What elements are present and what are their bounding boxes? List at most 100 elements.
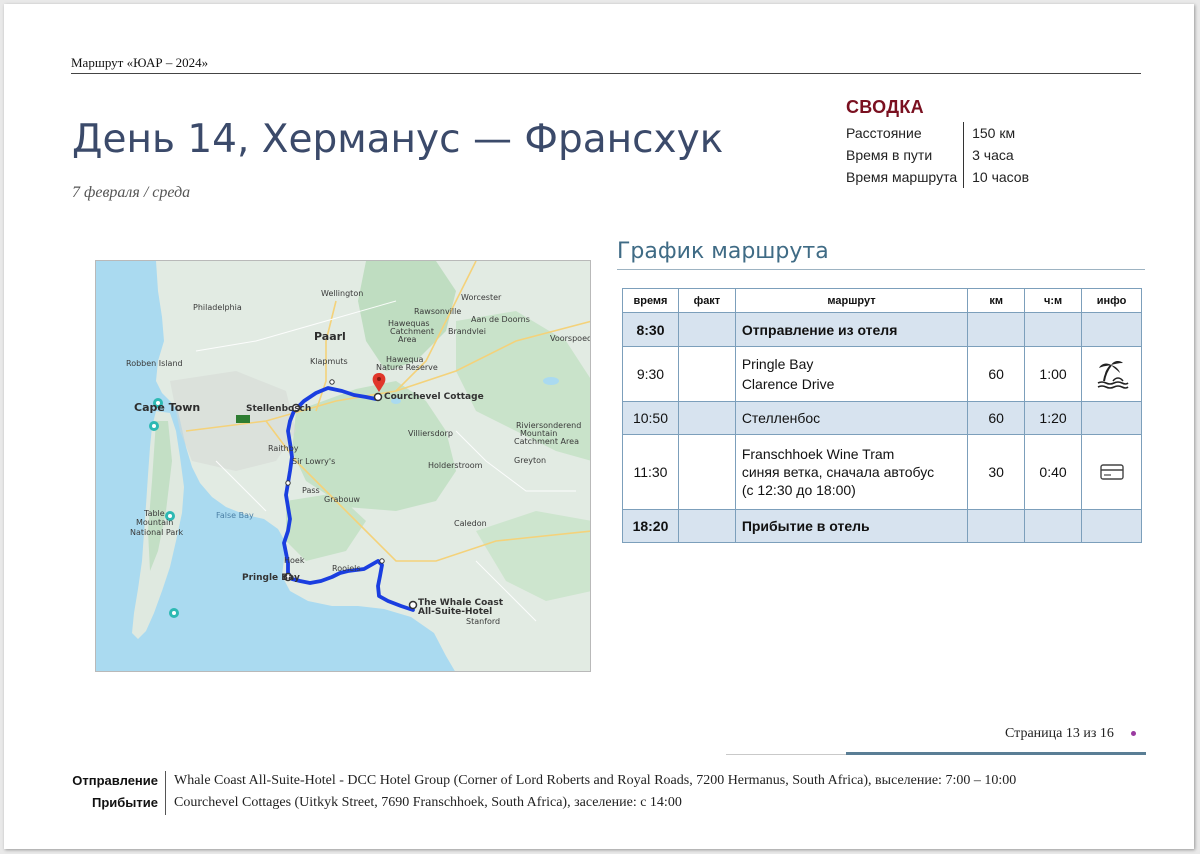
map-label: Mountain <box>136 518 174 527</box>
summary-row-route-time: Время маршрута 10 часов <box>846 166 1036 188</box>
map-label: Klapmuts <box>310 357 348 366</box>
map-label: Wellington <box>321 289 364 298</box>
map-label: National Park <box>130 528 184 537</box>
info-cell <box>1081 401 1142 435</box>
route-cell: Прибытие в отель <box>734 509 969 543</box>
map-label: Cape Town <box>134 401 201 414</box>
page-number: Страница 13 из 16 <box>1005 726 1114 741</box>
route-line-text: Clarence Drive <box>741 376 835 392</box>
map-label: Pass <box>302 486 320 495</box>
km-cell <box>967 509 1026 543</box>
route-line-text: Pringle Bay <box>741 356 814 372</box>
map-label: Robben Island <box>126 359 183 368</box>
summary-table: Расстояние 150 км Время в пути 3 часа Вр… <box>846 122 1036 188</box>
km-cell <box>967 312 1026 347</box>
whale-coast-point <box>408 600 418 610</box>
info-cell <box>1081 509 1142 543</box>
summary-value: 3 часа <box>963 144 1036 166</box>
km-cell: 60 <box>967 401 1026 435</box>
summary-label: Время маршрута <box>846 168 958 185</box>
hm-cell <box>1024 509 1083 543</box>
footer-rule-thick <box>846 752 1146 755</box>
map-label: Pringle Bay <box>242 573 300 583</box>
route-line-text: Franschhoek Wine Tram <box>741 446 895 462</box>
summary-label: Время в пути <box>846 146 933 163</box>
map-label: Courchevel Cottage <box>384 392 484 402</box>
km-cell: 60 <box>967 346 1026 402</box>
page-dot <box>1131 731 1136 736</box>
route-cell: Отправление из отеля <box>734 312 969 347</box>
header-rule <box>71 73 1141 74</box>
route-line-text: Отправление из отеля <box>741 321 898 338</box>
map-label: Hoek <box>284 556 305 565</box>
table-row: 9:30 Pringle Bay Clarence Drive 60 1:00 <box>622 346 1142 402</box>
schedule-header-row: время факт маршрут км ч:м инфо <box>622 288 1142 313</box>
info-cell[interactable] <box>1081 346 1142 402</box>
table-row: 10:50 Стелленбос 60 1:20 <box>622 401 1142 435</box>
info-cell[interactable] <box>1081 434 1142 510</box>
col-header-km: км <box>967 288 1026 313</box>
map-label: Area <box>398 335 417 344</box>
fact-cell <box>677 434 736 510</box>
map-label: Rooiels <box>332 564 361 573</box>
hm-cell <box>1024 312 1083 347</box>
footer-labels: Отправление Прибытие <box>60 771 166 815</box>
col-header-info: инфо <box>1081 288 1142 313</box>
map-label: Aan de Doorns <box>471 315 530 324</box>
summary-row-travel-time: Время в пути 3 часа <box>846 144 1036 166</box>
summary-box: СВОДКА Расстояние 150 км Время в пути 3 … <box>846 97 1036 188</box>
fact-cell <box>677 509 736 543</box>
schedule-table: время факт маршрут км ч:м инфо 8:30 Отпр… <box>622 288 1142 543</box>
map-label: Stanford <box>466 617 501 626</box>
map-label: Nature Reserve <box>376 363 438 372</box>
time-cell: 9:30 <box>622 346 679 402</box>
hm-cell: 1:00 <box>1024 346 1083 402</box>
map-label: Caledon <box>454 519 487 528</box>
summary-row-distance: Расстояние 150 км <box>846 122 1036 144</box>
route-cell: Franschhoek Wine Tram синяя ветка, снача… <box>734 434 969 510</box>
route-map[interactable]: Wellington Philadelphia Worcester Rawson… <box>95 260 591 672</box>
map-label: Catchment Area <box>514 437 579 446</box>
summary-label: Расстояние <box>846 124 922 141</box>
summary-title: СВОДКА <box>846 97 924 117</box>
footer-values: Whale Coast All-Suite-Hotel - DCC Hotel … <box>174 771 1016 815</box>
map-label: Voorspoed <box>550 334 591 343</box>
map-label: Holderstroom <box>428 461 483 470</box>
route-line-text: (с 12:30 до 18:00) <box>741 482 856 498</box>
beach-palm-icon <box>1097 360 1129 389</box>
info-cell <box>1081 312 1142 347</box>
fact-cell <box>677 346 736 402</box>
map-label: All-Suite-Hotel <box>418 607 493 617</box>
route-cell: Стелленбос <box>734 401 969 435</box>
schedule-heading-rule <box>617 269 1145 270</box>
route-line-text: Стелленбос <box>741 410 821 426</box>
arrival-label: Прибытие <box>92 795 158 810</box>
fact-cell <box>677 312 736 347</box>
map-label: Grabouw <box>324 495 360 504</box>
hm-cell: 1:20 <box>1024 401 1083 435</box>
time-cell: 11:30 <box>622 434 679 510</box>
time-cell: 18:20 <box>622 509 679 543</box>
km-cell: 30 <box>967 434 1026 510</box>
arrival-text: Courchevel Cottages (Uitkyk Street, 7690… <box>174 795 682 810</box>
departure-text: Whale Coast All-Suite-Hotel - DCC Hotel … <box>174 773 1017 788</box>
table-row: 11:30 Franschhoek Wine Tram синяя ветка,… <box>622 434 1142 510</box>
col-header-time: время <box>622 288 679 313</box>
page-title: День 14, Херманус — Франсхук <box>72 117 724 162</box>
summary-value: 150 км <box>963 122 1036 144</box>
col-header-fact: факт <box>677 288 736 313</box>
summary-value: 10 часов <box>963 166 1036 188</box>
route-line-text: Прибытие в отель <box>741 518 870 534</box>
map-label: Stellenbosch <box>246 404 312 414</box>
map-label: Greyton <box>514 456 547 465</box>
map-label: Philadelphia <box>193 303 242 312</box>
footer-rule-thin <box>726 754 846 755</box>
col-header-hm: ч:м <box>1024 288 1083 313</box>
col-header-route: маршрут <box>734 288 969 313</box>
map-label: Raithby <box>268 444 299 453</box>
map-label: Worcester <box>461 293 502 302</box>
day-date: 7 февраля / среда <box>72 184 191 201</box>
map-label: Sir Lowry's <box>292 457 336 466</box>
route-line-text: синяя ветка, сначала автобус <box>741 464 935 480</box>
map-label: False Bay <box>216 511 254 520</box>
